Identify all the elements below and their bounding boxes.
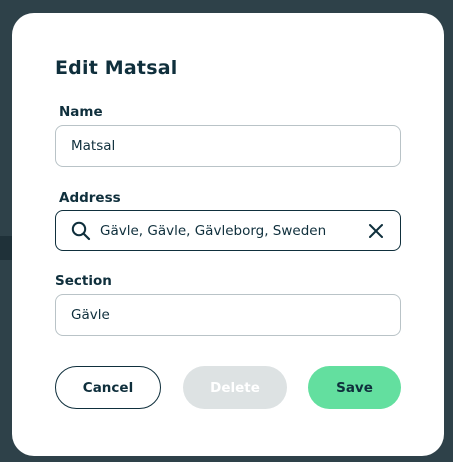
name-label: Name [59, 104, 103, 120]
address-field[interactable]: Gävle, Gävle, Gävleborg, Sweden [55, 210, 401, 251]
name-value: Matsal [71, 138, 116, 154]
edit-dialog: Edit Matsal Name Matsal Address Gävle, G… [12, 13, 444, 456]
address-label: Address [59, 190, 121, 206]
section-label: Section [55, 273, 112, 289]
section-value: Gävle [71, 307, 110, 323]
section-field[interactable]: Gävle [55, 294, 401, 336]
cancel-button[interactable]: Cancel [55, 366, 161, 409]
save-button[interactable]: Save [308, 366, 401, 409]
dialog-title: Edit Matsal [55, 57, 178, 79]
address-value: Gävle, Gävle, Gävleborg, Sweden [100, 222, 327, 239]
search-icon [70, 220, 92, 242]
close-icon[interactable] [366, 221, 386, 241]
delete-button[interactable]: Delete [183, 366, 287, 409]
name-field[interactable]: Matsal [55, 125, 401, 167]
